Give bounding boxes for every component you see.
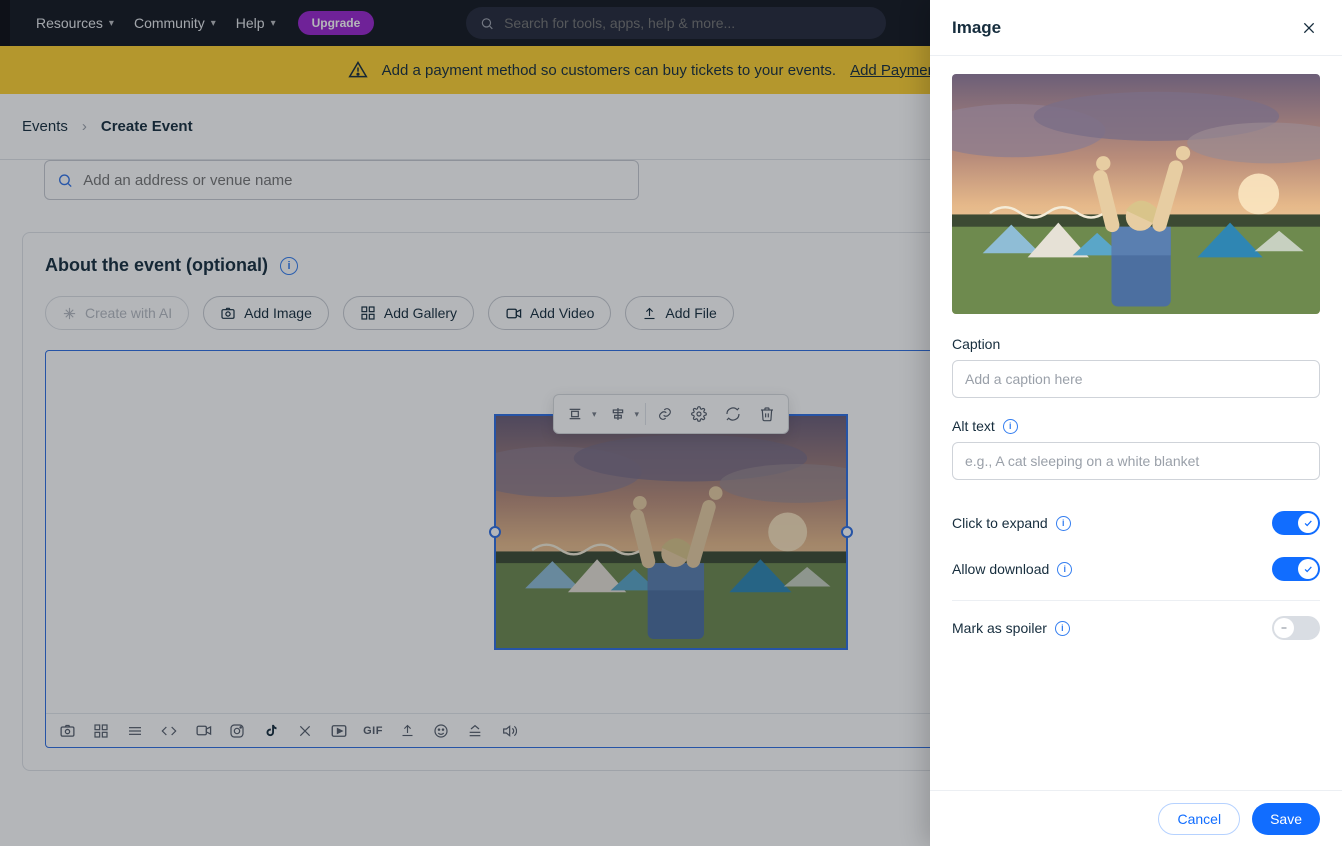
- check-icon: [1298, 559, 1318, 579]
- save-button[interactable]: Save: [1252, 803, 1320, 835]
- toggle-click-expand[interactable]: [1272, 511, 1320, 535]
- info-icon[interactable]: i: [1055, 621, 1070, 636]
- image-panel: Image Caption Alt text i Click to expand…: [930, 0, 1342, 846]
- toggle-row-spoiler: Mark as spoiler i: [952, 605, 1320, 651]
- check-icon: [1298, 513, 1318, 533]
- alt-input[interactable]: [952, 442, 1320, 480]
- info-icon[interactable]: i: [1056, 516, 1071, 531]
- close-icon[interactable]: [1298, 17, 1320, 39]
- toggle-mark-spoiler[interactable]: [1272, 616, 1320, 640]
- info-icon[interactable]: i: [1057, 562, 1072, 577]
- caption-input[interactable]: [952, 360, 1320, 398]
- alt-label: Alt text i: [952, 418, 1320, 434]
- toggle-label: Click to expand: [952, 515, 1048, 531]
- panel-body: Caption Alt text i Click to expand i All…: [930, 56, 1342, 790]
- divider: [952, 600, 1320, 601]
- image-preview[interactable]: [952, 74, 1320, 314]
- panel-footer: Cancel Save: [930, 790, 1342, 846]
- panel-header: Image: [930, 0, 1342, 56]
- info-icon[interactable]: i: [1003, 419, 1018, 434]
- toggle-label: Mark as spoiler: [952, 620, 1047, 636]
- toggle-allow-download[interactable]: [1272, 557, 1320, 581]
- toggle-label: Allow download: [952, 561, 1049, 577]
- panel-title: Image: [952, 18, 1001, 38]
- toggle-row-download: Allow download i: [952, 546, 1320, 592]
- cancel-button[interactable]: Cancel: [1158, 803, 1240, 835]
- minus-icon: [1274, 618, 1294, 638]
- toggle-row-expand: Click to expand i: [952, 500, 1320, 546]
- alt-label-text: Alt text: [952, 418, 995, 434]
- caption-label: Caption: [952, 336, 1320, 352]
